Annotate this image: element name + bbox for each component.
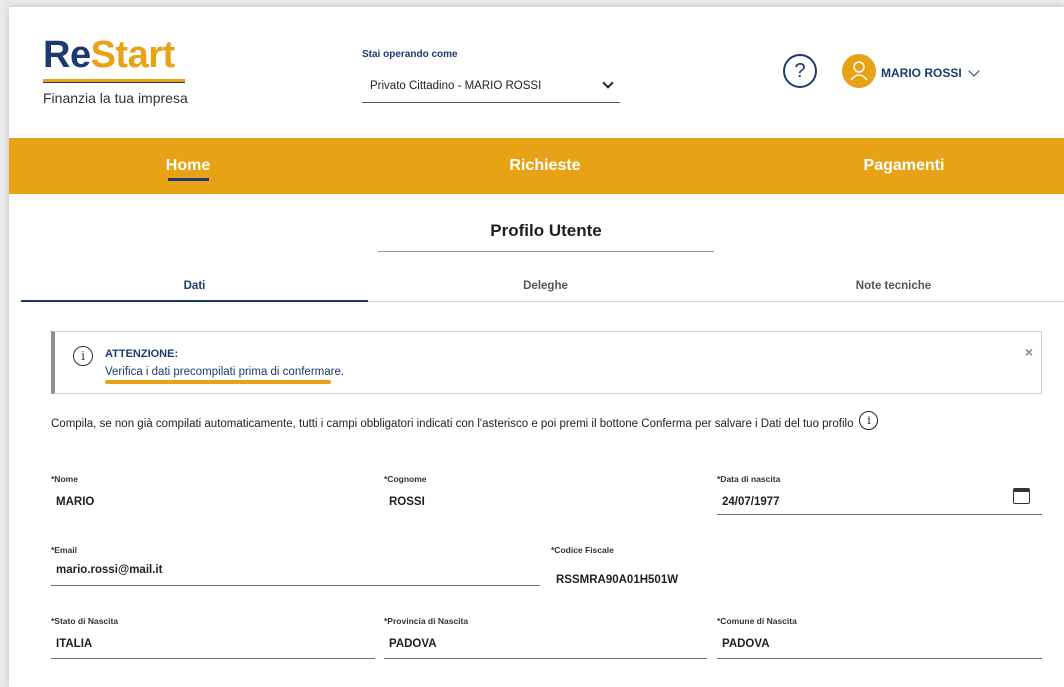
chevron-down-icon[interactable]	[968, 65, 980, 77]
nav-home[interactable]: Home	[149, 138, 227, 194]
nav-home-underline	[168, 178, 209, 181]
page-title: Profilo Utente	[490, 221, 602, 240]
operating-as-label: Stai operando come	[362, 49, 458, 60]
operating-as-value: Privato Cittadino - MARIO ROSSI	[370, 79, 542, 92]
logo-re: Re	[43, 34, 91, 76]
field-label: *Codice Fiscale	[551, 545, 614, 555]
field-comune-nascita[interactable]: *Comune di Nascita PADOVA	[717, 616, 1042, 660]
field-underline	[717, 514, 1042, 515]
calendar-icon[interactable]	[1013, 488, 1030, 504]
restart-logo[interactable]: ReStart Finanzia la tua impresa	[43, 35, 188, 106]
cognome-input[interactable]: ROSSI	[384, 496, 706, 508]
attention-alert: i ATTENZIONE: Verifica i dati precompila…	[51, 331, 1042, 394]
field-underline	[384, 658, 707, 659]
nome-input[interactable]: MARIO	[51, 496, 373, 508]
nav-richieste[interactable]: Richieste	[495, 138, 595, 194]
field-underline	[51, 658, 375, 659]
alert-title: ATTENZIONE:	[105, 348, 179, 360]
field-label: *Data di nascita	[717, 474, 781, 484]
stato-nascita-input[interactable]: ITALIA	[51, 638, 375, 650]
field-codice-fiscale[interactable]: *Codice Fiscale RSSMRA90A01H501W	[551, 545, 851, 595]
logo-wordmark: ReStart	[43, 35, 185, 75]
app-window: ReStart Finanzia la tua impresa Stai ope…	[9, 7, 1064, 687]
operating-as-select[interactable]: Privato Cittadino - MARIO ROSSI	[362, 69, 620, 103]
operating-as: Stai operando come Privato Cittadino - M…	[362, 49, 620, 103]
field-provincia-nascita[interactable]: *Provincia di Nascita PADOVA	[384, 616, 707, 660]
logo-tagline: Finanzia la tua impresa	[43, 90, 188, 106]
field-label: *Email	[51, 545, 77, 555]
page-title-divider	[378, 251, 714, 252]
user-avatar[interactable]	[842, 54, 876, 88]
data-nascita-input[interactable]: 24/07/1977	[717, 496, 1042, 508]
header: ReStart Finanzia la tua impresa Stai ope…	[9, 7, 1064, 138]
tab-deleghe[interactable]: Deleghe	[368, 273, 723, 302]
logo-start: Start	[90, 34, 176, 76]
main-nav: Home Richieste Pagamenti	[9, 138, 1064, 194]
user-name[interactable]: MARIO ROSSI	[881, 66, 962, 80]
close-icon[interactable]: ×	[1025, 344, 1033, 360]
chevron-down-icon	[602, 77, 614, 89]
codice-fiscale-input[interactable]: RSSMRA90A01H501W	[551, 574, 851, 586]
comune-nascita-input[interactable]: PADOVA	[717, 638, 1042, 650]
info-icon[interactable]: i	[859, 410, 879, 430]
alert-highlight	[105, 380, 331, 384]
field-nome[interactable]: *Nome MARIO	[51, 474, 373, 519]
nav-pagamenti[interactable]: Pagamenti	[854, 138, 954, 194]
nav-home-label: Home	[165, 157, 211, 174]
field-cognome[interactable]: *Cognome ROSSI	[384, 474, 706, 519]
form-instructions: Compila, se non già compilati automatica…	[51, 410, 879, 430]
field-label: *Nome	[51, 474, 78, 484]
field-underline	[51, 585, 540, 586]
field-label: *Cognome	[384, 474, 427, 484]
tab-dati[interactable]: Dati	[21, 273, 368, 302]
info-icon: i	[73, 346, 93, 366]
logo-rule-2	[43, 82, 185, 83]
tab-note-tecniche[interactable]: Note tecniche	[723, 273, 1064, 302]
user-icon	[850, 61, 868, 81]
field-label: *Comune di Nascita	[717, 616, 797, 626]
field-underline	[717, 658, 1042, 659]
provincia-nascita-input[interactable]: PADOVA	[384, 638, 707, 650]
instructions-text: Compila, se non già compilati automatica…	[51, 418, 854, 430]
profile-tabs: Dati Deleghe Note tecniche	[21, 273, 1064, 302]
help-icon[interactable]: ?	[783, 54, 817, 88]
field-label: *Stato di Nascita	[51, 616, 119, 626]
email-input[interactable]: mario.rossi@mail.it	[51, 564, 540, 576]
field-email[interactable]: *Email mario.rossi@mail.it	[51, 545, 540, 589]
field-stato-nascita[interactable]: *Stato di Nascita ITALIA	[51, 616, 375, 660]
field-label: *Provincia di Nascita	[384, 616, 469, 626]
alert-message: Verifica i dati precompilati prima di co…	[105, 366, 345, 378]
field-data-nascita[interactable]: *Data di nascita 24/07/1977	[717, 474, 1042, 516]
